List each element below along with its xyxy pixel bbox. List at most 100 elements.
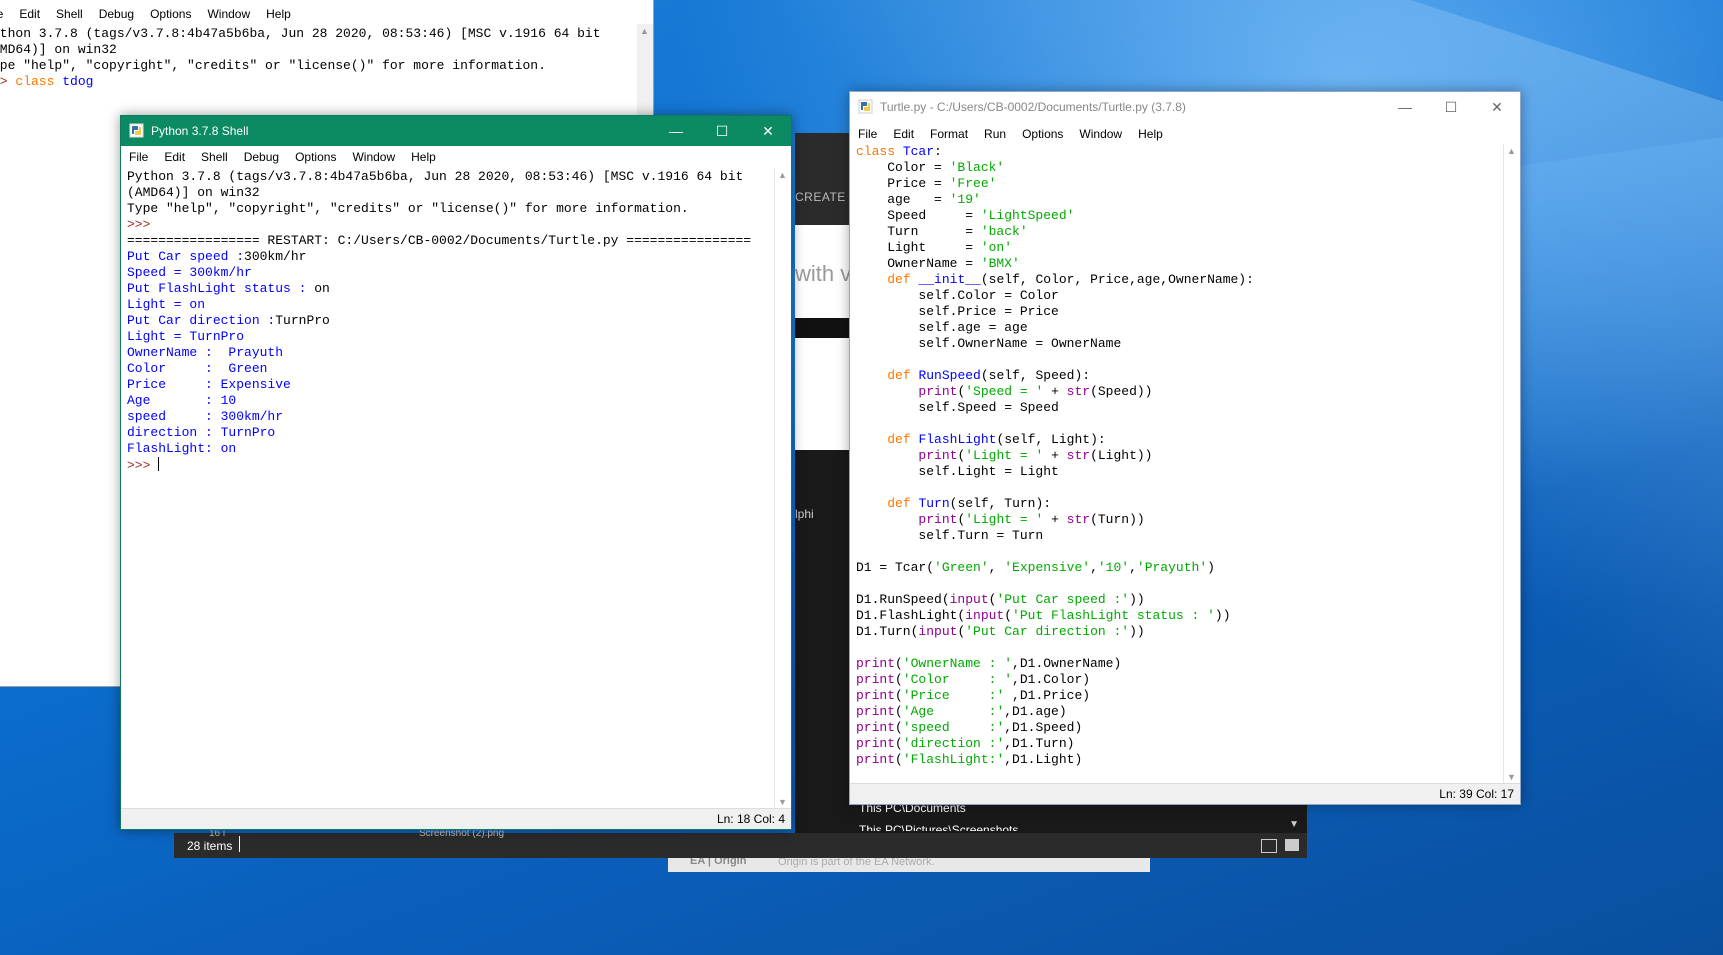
shell-line: Type "help", "copyright", "credits" or "… xyxy=(127,201,751,217)
code-line: self.Turn = Turn xyxy=(856,528,1254,544)
code-token: Put Car speed : xyxy=(127,249,245,264)
code-token: + xyxy=(1043,384,1067,399)
code-token: 'OwnerName : ' xyxy=(902,656,1013,671)
chevron-down-icon[interactable]: ▼ xyxy=(1289,819,1299,830)
code-token: print xyxy=(918,512,958,527)
menu-item-format[interactable]: Format xyxy=(922,127,976,141)
maximize-icon[interactable]: ☐ xyxy=(1428,92,1474,122)
maximize-icon[interactable]: ☐ xyxy=(699,116,745,146)
shell-line: Light = TurnPro xyxy=(127,329,751,345)
code-line: self.Price = Price xyxy=(856,304,1254,320)
status-bar: Ln: 18 Col: 4 xyxy=(121,808,791,829)
shell-line: >> class tdog xyxy=(0,74,601,90)
code-token: FlashLight xyxy=(918,432,997,447)
close-icon[interactable]: ✕ xyxy=(1474,92,1520,122)
code-token: OwnerName : Prayuth xyxy=(127,345,284,360)
code-token: 'FlashLight:' xyxy=(902,752,1005,767)
menu-item-file[interactable]: File xyxy=(850,127,885,141)
menu-item-shell[interactable]: Shell xyxy=(193,150,236,164)
shell-line: Put FlashLight status : on xyxy=(127,281,751,297)
shell-line: >>> xyxy=(127,457,751,473)
python-shell-window[interactable]: Python 3.7.8 Shell — ☐ ✕ File Edit Shell De… xyxy=(120,115,792,830)
code-line: def FlashLight(self, Light): xyxy=(856,432,1254,448)
code-token: class xyxy=(856,144,903,159)
shell-line: Color : Green xyxy=(127,361,751,377)
code-token: self.Light = Light xyxy=(856,464,1059,479)
scroll-up-icon[interactable]: ▲ xyxy=(1507,146,1516,156)
shell-line: Price : Expensive xyxy=(127,377,751,393)
code-line: self.Light = Light xyxy=(856,464,1254,480)
code-token: Put FlashLight status : xyxy=(127,281,315,296)
code-token: input xyxy=(965,608,1005,623)
code-token: print xyxy=(856,720,896,735)
code-token: 'Put Car direction :' xyxy=(965,624,1130,639)
close-icon[interactable]: ✕ xyxy=(745,116,791,146)
menu-item-le[interactable]: le xyxy=(0,7,11,21)
vertical-scrollbar[interactable]: ▲ ▼ xyxy=(1503,144,1520,784)
menu-item-run[interactable]: Run xyxy=(976,127,1014,141)
code-token: Age : 10 xyxy=(127,393,237,408)
menu-item-options[interactable]: Options xyxy=(142,7,199,21)
menu-item-edit[interactable]: Edit xyxy=(885,127,922,141)
menu-item-options[interactable]: Options xyxy=(1014,127,1071,141)
menu-item-help[interactable]: Help xyxy=(403,150,444,164)
menu-item-debug[interactable]: Debug xyxy=(236,150,287,164)
code-token: ( xyxy=(895,656,903,671)
item-count: 28 items xyxy=(187,839,233,853)
minimize-icon[interactable]: — xyxy=(1382,92,1428,122)
menu-item-window[interactable]: Window xyxy=(1071,127,1130,141)
code-editor[interactable]: class Tcar: Color = 'Black' Price = 'Fre… xyxy=(856,144,1254,768)
shell-line: (AMD64)] on win32 xyxy=(127,185,751,201)
code-line: D1 = Tcar('Green', 'Expensive','10','Pra… xyxy=(856,560,1254,576)
large-icons-view-icon[interactable] xyxy=(1285,839,1299,851)
code-token: , xyxy=(988,560,1005,575)
menu-item-edit[interactable]: Edit xyxy=(11,7,48,21)
partial-heading: with v xyxy=(795,261,852,286)
path-screenshots[interactable]: This PC\Pictures\Screenshots xyxy=(859,823,1018,831)
details-view-icon[interactable] xyxy=(1261,839,1277,853)
scroll-down-icon[interactable]: ▼ xyxy=(778,797,787,807)
menu-item-help[interactable]: Help xyxy=(1130,127,1171,141)
shell-output[interactable]: ython 3.7.8 (tags/v3.7.8:4b47a5b6ba, Jun… xyxy=(0,26,601,90)
scroll-up-icon[interactable]: ▲ xyxy=(640,26,649,36)
code-line: print('Speed = ' + str(Speed)) xyxy=(856,384,1254,400)
scroll-down-icon[interactable]: ▼ xyxy=(1507,772,1516,782)
vertical-scrollbar[interactable]: ▲ ▼ xyxy=(774,168,791,809)
code-token: speed : 300km/hr xyxy=(127,409,284,424)
shell-line: >>> xyxy=(127,217,751,233)
title-bar[interactable]: Turtle.py - C:/Users/CB-0002/Documents/T… xyxy=(850,92,1520,122)
code-token: 'LightSpeed' xyxy=(980,208,1075,223)
code-line: def __init__(self, Color, Price,age,Owne… xyxy=(856,272,1254,288)
explorer-banner xyxy=(795,133,849,225)
menu-item-file[interactable]: File xyxy=(121,150,156,164)
code-token: Price = xyxy=(856,176,950,191)
menu-item-debug[interactable]: Debug xyxy=(91,7,142,21)
code-token: Speed = xyxy=(856,208,981,223)
scroll-up-icon[interactable]: ▲ xyxy=(778,170,787,180)
code-line: print('Price :' ,D1.Price) xyxy=(856,688,1254,704)
menu-item-options[interactable]: Options xyxy=(287,150,344,164)
shell-output[interactable]: Python 3.7.8 (tags/v3.7.8:4b47a5b6ba, Ju… xyxy=(127,169,751,473)
minimize-icon[interactable]: — xyxy=(653,116,699,146)
code-line: print('OwnerName : ',D1.OwnerName) xyxy=(856,656,1254,672)
menu-item-shell[interactable]: Shell xyxy=(48,7,91,21)
menu-item-window[interactable]: Window xyxy=(199,7,258,21)
title-bar[interactable]: Python 3.7.8 Shell — ☐ ✕ xyxy=(121,116,791,146)
python-idle-icon xyxy=(858,99,873,114)
status-divider xyxy=(239,836,240,852)
menu-bar: leEditShellDebugOptionsWindowHelp xyxy=(0,4,299,24)
code-line: age = '19' xyxy=(856,192,1254,208)
code-line: print('Age :',D1.age) xyxy=(856,704,1254,720)
menu-item-help[interactable]: Help xyxy=(258,7,299,21)
menu-item-edit[interactable]: Edit xyxy=(156,150,193,164)
turtle-editor-window[interactable]: Turtle.py - C:/Users/CB-0002/Documents/T… xyxy=(849,91,1521,805)
status-bar: Ln: 39 Col: 17 xyxy=(850,783,1520,804)
code-token: RunSpeed xyxy=(918,368,981,383)
menu-item-window[interactable]: Window xyxy=(344,150,403,164)
code-token: ,D1.Light) xyxy=(1004,752,1083,767)
code-line: print('Light = ' + str(Turn)) xyxy=(856,512,1254,528)
